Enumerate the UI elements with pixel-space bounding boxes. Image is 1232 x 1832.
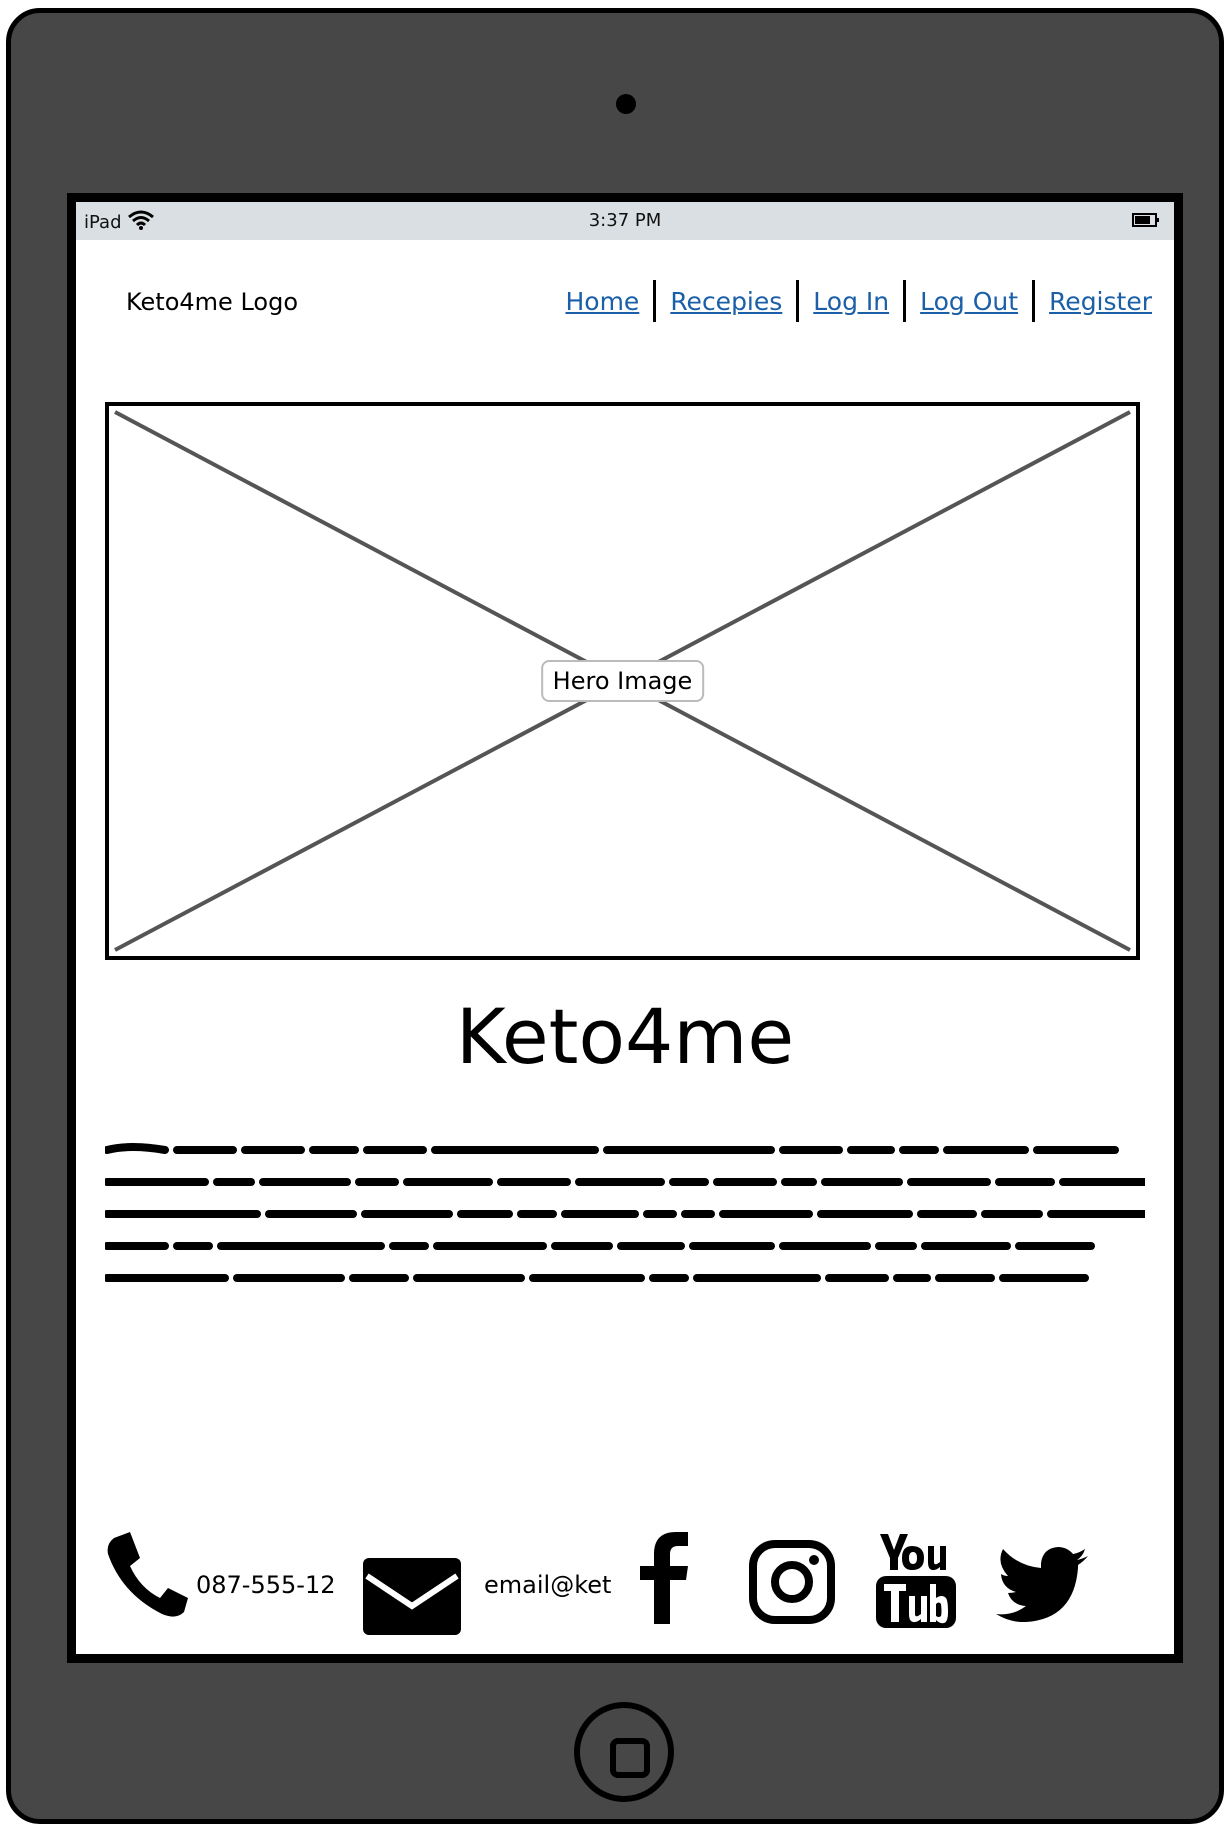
site-logo[interactable]: Keto4me Logo — [126, 288, 298, 316]
footer: 087-555-12 email@ket — [106, 1532, 1146, 1642]
main-nav: Home Recepies Log In Log Out Register — [551, 280, 1152, 322]
battery-icon — [1132, 212, 1160, 233]
camera — [616, 94, 636, 114]
status-time: 3:37 PM — [588, 210, 662, 231]
screen: iPad 3:37 PM Keto4me Logo Home Recepies … — [67, 193, 1183, 1663]
instagram-icon[interactable] — [749, 1540, 835, 1628]
nav-register[interactable]: Register — [1035, 287, 1152, 316]
nav-recipes[interactable]: Recepies — [656, 287, 796, 316]
email-address: email@ket — [484, 1571, 612, 1599]
youtube-icon[interactable] — [876, 1532, 956, 1632]
envelope-icon[interactable] — [363, 1558, 461, 1639]
tablet-frame: iPad 3:37 PM Keto4me Logo Home Recepies … — [6, 8, 1224, 1824]
nav-login[interactable]: Log In — [799, 287, 903, 316]
phone-icon[interactable] — [106, 1532, 188, 1621]
hero-image-label: Hero Image — [540, 660, 705, 702]
phone-number: 087-555-12 — [196, 1571, 336, 1599]
facebook-icon[interactable] — [638, 1532, 690, 1628]
nav-logout[interactable]: Log Out — [906, 287, 1032, 316]
placeholder-text — [105, 1143, 1145, 1282]
home-button[interactable] — [574, 1702, 674, 1802]
twitter-icon[interactable] — [996, 1546, 1088, 1626]
page-title: Keto4me — [455, 992, 795, 1081]
nav-home[interactable]: Home — [551, 287, 653, 316]
hero-image: Hero Image — [105, 402, 1140, 960]
status-bar: iPad 3:37 PM — [76, 202, 1174, 240]
